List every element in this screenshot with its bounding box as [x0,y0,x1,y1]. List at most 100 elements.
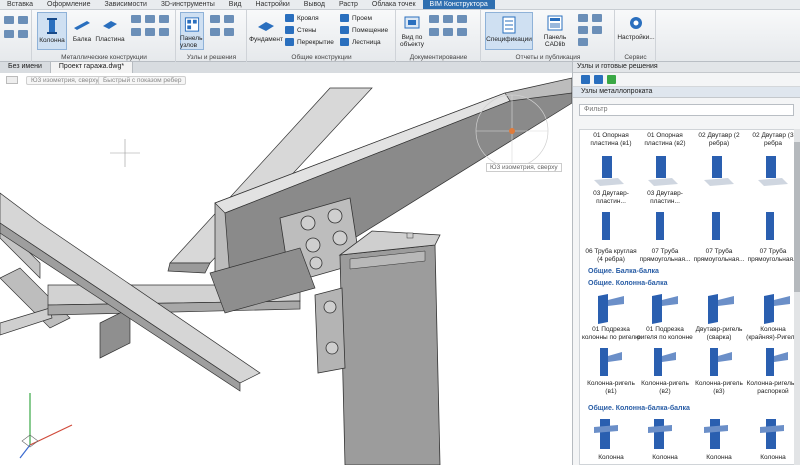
tool-icon[interactable] [159,28,169,36]
walls-button[interactable]: Стены [285,26,316,34]
list-item[interactable]: Колонна-ригель с распоркой [744,380,796,396]
column-label: Колонна [39,37,65,44]
doc-tab-garage-project[interactable]: Проект гаража.dwg* [50,62,134,73]
nodes-panel-button[interactable]: Панель узлов [180,12,204,50]
opening-label: Проем [352,14,372,22]
visual-style-label[interactable]: Быстрый с показом ребер [98,76,187,85]
tool-icon[interactable] [4,16,14,24]
list-item[interactable]: Колонна-ригель (в1) [582,380,640,396]
tool-icon[interactable] [159,15,169,23]
section-column-beam-beam[interactable]: Общие. Колонна-балка-балка [588,405,690,412]
tab-point-clouds[interactable]: Облака точек [365,0,423,9]
ribbon-group-nodes: Панель узлов Узлы и решения [177,10,247,62]
foundation-button[interactable]: Фундамент [249,16,283,43]
tab-settings[interactable]: Настройки [248,0,296,9]
specifications-button[interactable]: Спецификации [485,12,533,50]
slab-button[interactable]: Перекрытие [285,38,334,46]
tab-constraints[interactable]: Зависимости [97,0,153,9]
list-item[interactable]: 02 Двутавр (2 ребра) [690,132,748,148]
tool-icon[interactable] [578,14,588,22]
list-item[interactable]: 01 Опорная пластина (в1) [582,132,640,148]
list-item[interactable]: 03 Двутавр-пластин... [582,190,640,206]
plate-button[interactable]: Пластина [95,16,125,43]
refresh-icon[interactable] [607,75,616,84]
cadlib-panel-button[interactable]: Панель CADlib [536,14,574,48]
tool-icon[interactable] [443,15,453,23]
list-item[interactable]: Колонна [582,454,640,462]
column-button[interactable]: Колонна [37,12,67,50]
list-item[interactable]: Колонна-ригель (в3) [690,380,748,396]
room-button[interactable]: Помещение [340,26,388,34]
ribbon-group-metal: Колонна Балка Пластина Металлические кон… [33,10,176,62]
view-preset-label[interactable]: Ю3 изометрия, сверху [26,76,104,85]
tab-design[interactable]: Оформление [40,0,97,9]
list-item[interactable]: 06 Труба круглая (4 ребра) [582,248,640,264]
foundation-label: Фундамент [249,36,283,43]
tool-icon[interactable] [457,28,467,36]
tab-bim-constructor[interactable]: BIM Конструктора [422,0,495,9]
tool-icon[interactable] [210,28,220,36]
tab-3d-tools[interactable]: 3D-инструменты [154,0,222,9]
list-item[interactable]: 01 Подрезка колонны по ригелю [582,326,640,342]
tool-icon[interactable] [131,28,141,36]
group-label-nodes: Узлы и решения [186,54,237,61]
list-item[interactable]: 07 Труба прямоугольная... [636,248,694,264]
beam-button[interactable]: Балка [69,16,95,43]
tool-icon[interactable] [592,14,602,22]
opening-button[interactable]: Проем [340,14,372,22]
node-caption: 07 Труба прямоугольная... [639,248,691,263]
list-item[interactable]: Двутавр-ригель (сварка) [690,326,748,342]
tool-icon[interactable] [578,26,588,34]
list-item[interactable]: 07 Труба прямоугольная... [690,248,748,264]
section-column-beam[interactable]: Общие. Колонна-балка [588,280,668,287]
list-item[interactable]: Колонна [744,454,796,462]
tool-icon[interactable] [443,28,453,36]
viewport-controls-icon[interactable] [6,76,18,84]
tab-view[interactable]: Вид [222,0,249,9]
list-item[interactable]: 03 Двутавр-пластин... [636,190,694,206]
tool-icon[interactable] [457,15,467,23]
list-item[interactable]: Колонна (крайняя)-Ригел... [744,326,796,342]
settings-button[interactable]: Настройки... [617,14,655,41]
tool-icon[interactable] [131,15,141,23]
view-by-object-button[interactable]: Вид по объекту [399,14,425,48]
list-item[interactable]: Колонна [690,454,748,462]
list-view-icon[interactable] [594,75,603,84]
list-item[interactable]: 07 Труба прямоугольная... [744,248,797,264]
panel-scrollbar-thumb[interactable] [794,142,800,292]
doc-tab-untitled[interactable]: Без имени [0,62,51,73]
tool-icon[interactable] [145,15,155,23]
section-beam-beam[interactable]: Общие. Балка-балка [588,268,659,275]
list-item[interactable]: 02 Двутавр (3 ребра [744,132,796,148]
tool-icon[interactable] [429,28,439,36]
tool-icon[interactable] [578,38,588,46]
tool-icon[interactable] [145,28,155,36]
node-caption: 07 Труба прямоугольная... [747,248,797,263]
tab-insert[interactable]: Вставка [0,0,40,9]
room-label: Помещение [352,26,389,34]
roof-button[interactable]: Кровля [285,14,319,22]
grid-view-icon[interactable] [581,75,590,84]
tool-icon[interactable] [592,26,602,34]
foundation-icon [258,22,274,31]
tab-raster[interactable]: Растр [332,0,365,9]
tool-icon[interactable] [4,30,14,38]
tool-icon[interactable] [210,15,220,23]
list-item[interactable]: Колонна [636,454,694,462]
list-item[interactable]: 01 Опорная пластина (в2) [636,132,694,148]
tool-icon[interactable] [18,30,28,38]
nodes-panel-icon [184,17,200,32]
tool-icon[interactable] [224,28,234,36]
node-caption: 01 Подрезка колонны по ригелю [582,326,641,341]
drawing-viewport[interactable]: Ю3 изометрия, сверху Быстрый с показом р… [0,73,572,465]
tool-icon[interactable] [224,15,234,23]
viewcube-label[interactable]: Ю3 изометрия, сверху [486,163,562,172]
stairs-button[interactable]: Лестница [340,38,381,46]
tool-icon[interactable] [429,15,439,23]
node-caption: Колонна-ригель (в1) [587,380,635,395]
tool-icon[interactable] [18,16,28,24]
filter-input[interactable]: Фильтр [579,104,794,116]
tab-output[interactable]: Вывод [297,0,332,9]
list-item[interactable]: Колонна-ригель (в2) [636,380,694,396]
list-item[interactable]: 01 Подрезка ригеля по колонне [636,326,694,342]
